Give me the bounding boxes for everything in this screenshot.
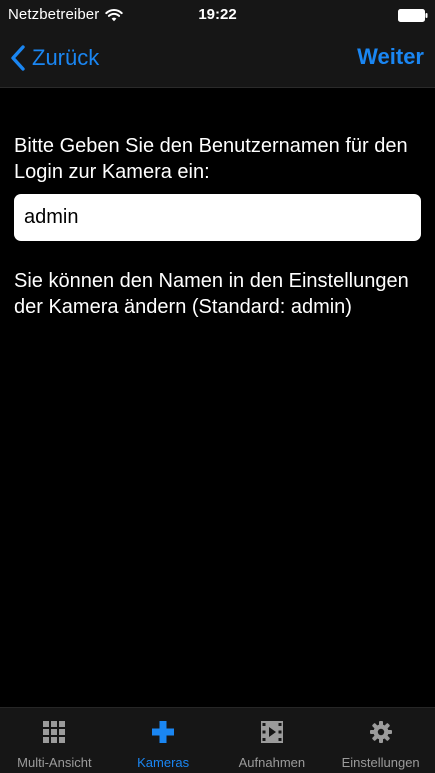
- tab-settings[interactable]: Einstellungen: [326, 708, 435, 773]
- tab-recordings[interactable]: Aufnahmen: [218, 708, 327, 773]
- app-screen: Netzbetreiber 19:22 Zurück Weiter Bitte …: [0, 0, 435, 773]
- back-button[interactable]: Zurück: [10, 42, 99, 74]
- tab-cameras[interactable]: Kameras: [109, 708, 218, 773]
- plus-icon: [152, 721, 175, 743]
- navigation-bar: Zurück Weiter: [0, 30, 435, 88]
- status-bar: Netzbetreiber 19:22: [0, 0, 435, 30]
- tab-label-cameras: Kameras: [137, 755, 190, 770]
- tab-bar: Multi-Ansicht Kameras Aufnahmen Einstell…: [0, 707, 435, 773]
- tab-label-multi-view: Multi-Ansicht: [17, 755, 92, 770]
- back-button-label: Zurück: [32, 45, 100, 70]
- tab-multi-view[interactable]: Multi-Ansicht: [0, 708, 109, 773]
- username-prompt: Bitte Geben Sie den Benutzernamen für de…: [14, 135, 408, 183]
- battery-full-icon: [398, 9, 428, 22]
- tab-label-settings: Einstellungen: [341, 755, 420, 770]
- status-time: 19:22: [198, 6, 237, 23]
- gear-icon: [369, 721, 392, 743]
- next-button[interactable]: Weiter: [357, 44, 424, 70]
- username-hint: Sie können den Namen in den Einstellunge…: [14, 270, 409, 318]
- grid-icon: [43, 721, 66, 743]
- username-field[interactable]: [14, 194, 421, 241]
- film-icon: [260, 721, 283, 743]
- tab-label-recordings: Aufnahmen: [238, 755, 306, 770]
- chevron-left-icon: [11, 45, 25, 71]
